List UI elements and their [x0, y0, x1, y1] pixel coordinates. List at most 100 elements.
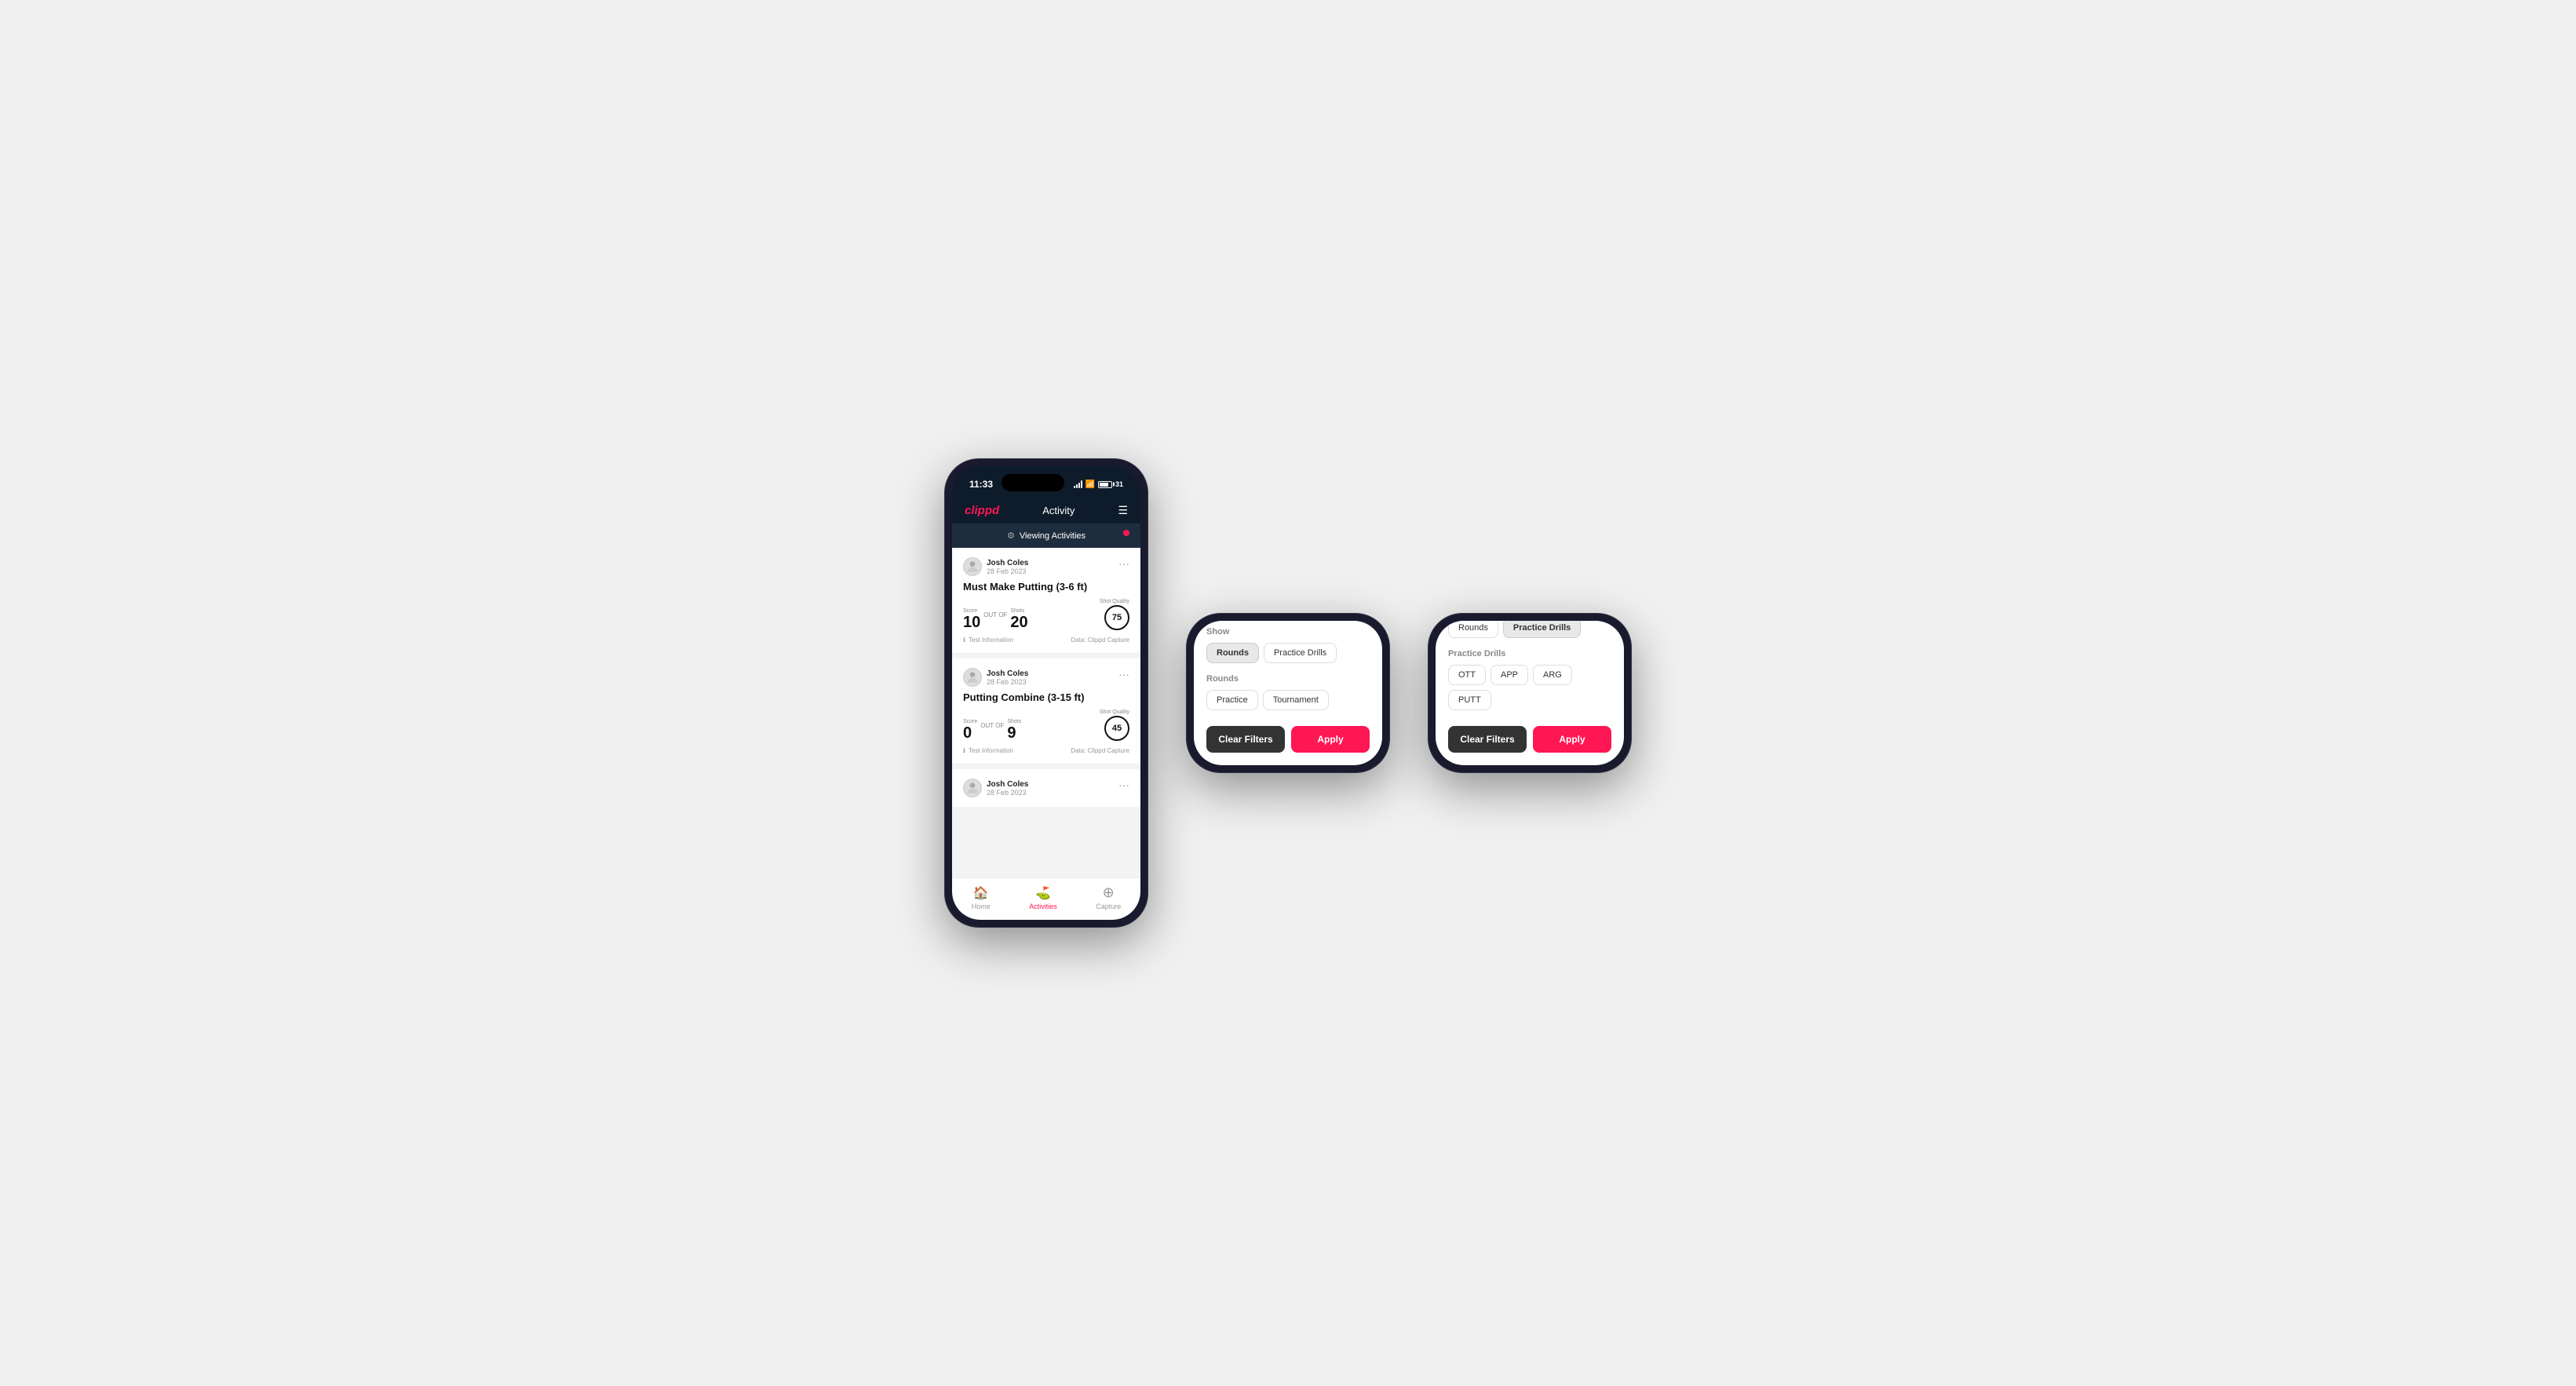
- footer-info-text-1: Test Information: [969, 636, 1013, 644]
- phone-2-inner: 11:33 📶 31 clippd Activity ☰ ⚙: [1194, 621, 1382, 765]
- quality-label-2: Shot Quality: [1100, 709, 1129, 715]
- apply-btn-3[interactable]: Apply: [1533, 726, 1611, 753]
- more-icon-1[interactable]: ···: [1118, 557, 1129, 570]
- nav-item-activities-1[interactable]: ⛳ Activities: [1029, 885, 1057, 910]
- battery-label-1: 31: [1115, 480, 1123, 488]
- dynamic-island-1: [1002, 474, 1064, 491]
- chip-arg-3[interactable]: ARG: [1533, 665, 1572, 685]
- info-icon-1: ℹ: [963, 636, 965, 644]
- notification-dot-1: [1123, 530, 1129, 536]
- phone-3-inner: 11:33 📶 31 clippd Activity ☰ ⚙: [1436, 621, 1624, 765]
- phone-2: 11:33 📶 31 clippd Activity ☰ ⚙: [1186, 613, 1390, 773]
- activity-title-2: Putting Combine (3-15 ft): [963, 691, 1129, 703]
- partial-avatar-3: [963, 779, 982, 797]
- partial-user-date-3: 28 Feb 2023: [987, 789, 1028, 797]
- practice-drills-chips-3: OTT APP ARG PUTT: [1448, 665, 1611, 710]
- footer-data-2: Data: Clippd Capture: [1071, 747, 1129, 754]
- shots-group-1: Shots 20: [1010, 608, 1027, 630]
- activities-icon-1: ⛳: [1035, 885, 1051, 901]
- show-chips-3: Rounds Practice Drills: [1448, 621, 1611, 638]
- chip-practice-drills-3[interactable]: Practice Drills: [1503, 621, 1581, 638]
- chip-tournament-2[interactable]: Tournament: [1263, 690, 1329, 710]
- capture-label-1: Capture: [1096, 903, 1121, 910]
- nav-item-capture-1[interactable]: ⊕ Capture: [1096, 884, 1121, 910]
- show-chips-2: Rounds Practice Drills: [1206, 643, 1370, 663]
- viewing-bar-text-1: Viewing Activities: [1020, 531, 1085, 541]
- bottom-nav-1: 🏠 Home ⛳ Activities ⊕ Capture: [952, 877, 1140, 920]
- clear-filters-btn-3[interactable]: Clear Filters: [1448, 726, 1527, 753]
- card-footer-left-1: ℹ Test Information: [963, 636, 1013, 644]
- score-label-2: Score: [963, 719, 977, 724]
- score-group-1: Score 10: [963, 608, 980, 630]
- score-group-2: Score 0: [963, 719, 977, 741]
- chip-practice-2[interactable]: Practice: [1206, 690, 1258, 710]
- phone-1-inner: 11:33 📶 31 clippd Activity ☰ ⚙: [952, 466, 1140, 920]
- more-icon-2[interactable]: ···: [1118, 668, 1129, 680]
- status-time-1: 11:33: [969, 479, 993, 490]
- quality-label-1: Shot Quality: [1100, 599, 1129, 604]
- chip-ott-3[interactable]: OTT: [1448, 665, 1486, 685]
- chip-rounds-3[interactable]: Rounds: [1448, 621, 1498, 638]
- user-info-2: Josh Coles 28 Feb 2023: [963, 668, 1028, 687]
- activity-card-1: Josh Coles 28 Feb 2023 ··· Must Make Put…: [952, 548, 1140, 654]
- card-header-2: Josh Coles 28 Feb 2023 ···: [963, 668, 1129, 687]
- partial-card-3: Josh Coles 28 Feb 2023 ···: [952, 769, 1140, 807]
- score-value-1: 10: [963, 615, 980, 630]
- quality-badge-1: 75: [1104, 605, 1129, 630]
- shots-value-1: 20: [1010, 615, 1027, 630]
- user-date-2: 28 Feb 2023: [987, 678, 1028, 686]
- stats-row-2: Score 0 OUT OF Shots 9 Shot Quality 45: [963, 709, 1129, 741]
- user-date-1: 28 Feb 2023: [987, 567, 1028, 575]
- shots-label-1: Shots: [1010, 608, 1027, 614]
- stats-row-1: Score 10 OUT OF Shots 20 Shot Quality 75: [963, 599, 1129, 630]
- card-footer-left-2: ℹ Test Information: [963, 747, 1013, 754]
- footer-data-1: Data: Clippd Capture: [1071, 636, 1129, 644]
- activity-content-1: Josh Coles 28 Feb 2023 ··· Must Make Put…: [952, 548, 1140, 877]
- home-label-1: Home: [972, 903, 991, 910]
- show-label-2: Show: [1206, 627, 1370, 636]
- header-title-1: Activity: [1042, 505, 1075, 516]
- capture-icon-1: ⊕: [1103, 884, 1115, 901]
- chip-app-3[interactable]: APP: [1491, 665, 1528, 685]
- home-icon-1: 🏠: [973, 885, 989, 901]
- chip-rounds-2[interactable]: Rounds: [1206, 643, 1259, 663]
- partial-more-icon-3[interactable]: ···: [1118, 779, 1129, 791]
- phone-3: 11:33 📶 31 clippd Activity ☰ ⚙: [1428, 613, 1632, 773]
- user-details-1: Josh Coles 28 Feb 2023: [987, 559, 1028, 575]
- filter-overlay-2: Filter ✕ Show Rounds Practice Drills Rou…: [1194, 715, 1382, 765]
- signal-icon-1: [1074, 480, 1082, 488]
- logo-1: clippd: [965, 504, 999, 517]
- chip-putt-3[interactable]: PUTT: [1448, 690, 1491, 710]
- viewing-bar-1[interactable]: ⚙ Viewing Activities: [952, 523, 1140, 548]
- practice-drills-label-3: Practice Drills: [1448, 649, 1611, 658]
- partial-user-details-3: Josh Coles 28 Feb 2023: [987, 780, 1028, 797]
- filter-settings-icon-1: ⚙: [1007, 531, 1015, 541]
- activities-label-1: Activities: [1029, 903, 1057, 910]
- activity-title-1: Must Make Putting (3-6 ft): [963, 581, 1129, 593]
- apply-btn-2[interactable]: Apply: [1291, 726, 1370, 753]
- out-of-1: OUT OF: [983, 611, 1007, 618]
- clear-filters-btn-2[interactable]: Clear Filters: [1206, 726, 1285, 753]
- phone-1: 11:33 📶 31 clippd Activity ☰ ⚙: [944, 458, 1148, 928]
- out-of-2: OUT OF: [980, 722, 1004, 729]
- nav-item-home-1[interactable]: 🏠 Home: [972, 885, 991, 910]
- avatar-2: [963, 668, 982, 687]
- chip-practice-drills-2[interactable]: Practice Drills: [1264, 643, 1337, 663]
- quality-group-1: Shot Quality 75: [1100, 599, 1129, 630]
- partial-card-header-3: Josh Coles 28 Feb 2023 ···: [963, 779, 1129, 797]
- info-icon-2: ℹ: [963, 747, 965, 754]
- filter-actions-2: Clear Filters Apply: [1206, 726, 1370, 753]
- shots-group-2: Shots 9: [1007, 719, 1021, 741]
- app-header-1: clippd Activity ☰: [952, 498, 1140, 523]
- filter-actions-3: Clear Filters Apply: [1448, 726, 1611, 753]
- menu-icon-1[interactable]: ☰: [1118, 504, 1128, 517]
- status-icons-1: 📶 31: [1074, 480, 1123, 489]
- card-footer-1: ℹ Test Information Data: Clippd Capture: [963, 636, 1129, 644]
- status-bar-1: 11:33 📶 31: [952, 466, 1140, 498]
- activity-card-2: Josh Coles 28 Feb 2023 ··· Putting Combi…: [952, 658, 1140, 764]
- score-label-1: Score: [963, 608, 980, 614]
- quality-badge-2: 45: [1104, 716, 1129, 741]
- scene: 11:33 📶 31 clippd Activity ☰ ⚙: [897, 411, 1679, 975]
- footer-info-text-2: Test Information: [969, 747, 1013, 754]
- wifi-icon-1: 📶: [1085, 480, 1095, 489]
